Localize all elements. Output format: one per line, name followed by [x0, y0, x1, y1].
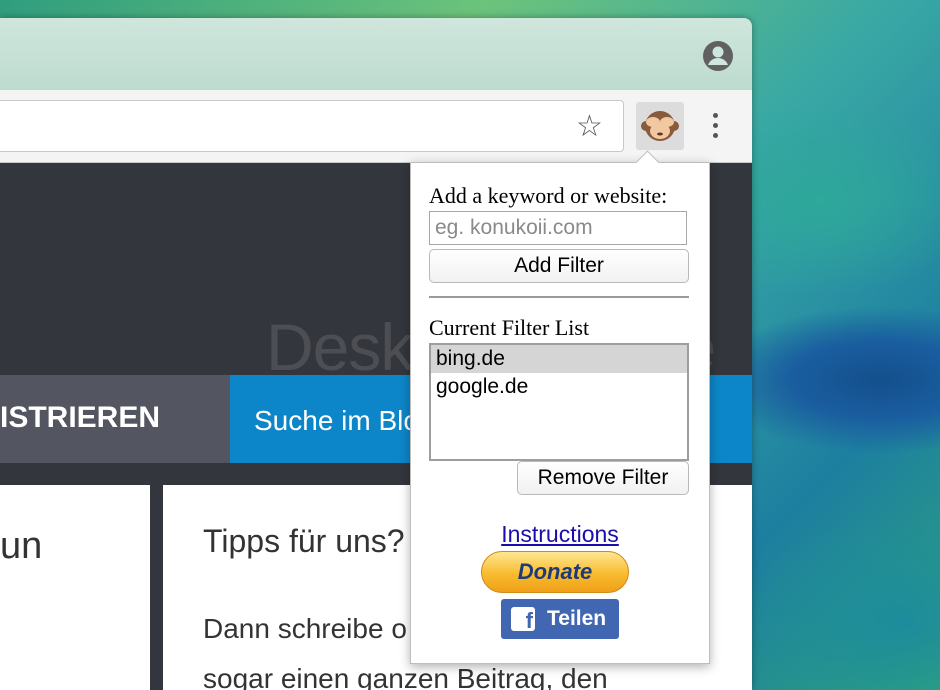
star-icon[interactable]: ☆	[576, 112, 603, 142]
share-button[interactable]: f Teilen	[501, 599, 619, 639]
browser-toolbar: ☆	[0, 90, 752, 163]
instructions-link[interactable]: Instructions	[411, 521, 709, 548]
extension-popup: Add a keyword or website: Add Filter Cur…	[410, 150, 710, 664]
filter-item[interactable]: google.de	[431, 373, 687, 401]
card-paragraph-line: Dann schreibe o	[203, 613, 407, 644]
filter-item-selected[interactable]: bing.de	[431, 345, 687, 373]
add-keyword-label: Add a keyword or website:	[429, 183, 668, 208]
see-no-evil-monkey-icon	[641, 111, 679, 141]
donate-button[interactable]: Donate	[481, 551, 629, 593]
add-filter-button[interactable]: Add Filter	[429, 249, 689, 283]
nav-register[interactable]: ISTRIEREN	[0, 375, 230, 463]
more-vertical-icon[interactable]	[706, 110, 724, 142]
title-bar	[0, 18, 752, 90]
card-heading: Tipps für uns?	[203, 523, 405, 559]
extension-button[interactable]	[636, 102, 684, 150]
filter-list-label: Current Filter List	[429, 315, 590, 340]
share-button-label: Teilen	[547, 607, 607, 630]
nav-register-label: ISTRIEREN	[0, 401, 161, 434]
filter-listbox[interactable]: bing.de google.de	[429, 343, 689, 461]
keyword-input[interactable]	[429, 211, 687, 245]
address-bar[interactable]	[0, 100, 624, 152]
nav-search-label: Suche im Blo	[254, 405, 419, 436]
card-left-text: un	[0, 525, 43, 567]
content-card-left: un	[0, 485, 150, 690]
remove-filter-button[interactable]: Remove Filter	[517, 461, 689, 495]
divider	[429, 296, 689, 298]
card-paragraph-line: sogar einen ganzen Beitrag, den	[203, 663, 608, 690]
facebook-icon: f	[511, 607, 535, 633]
profile-icon[interactable]	[702, 40, 734, 72]
